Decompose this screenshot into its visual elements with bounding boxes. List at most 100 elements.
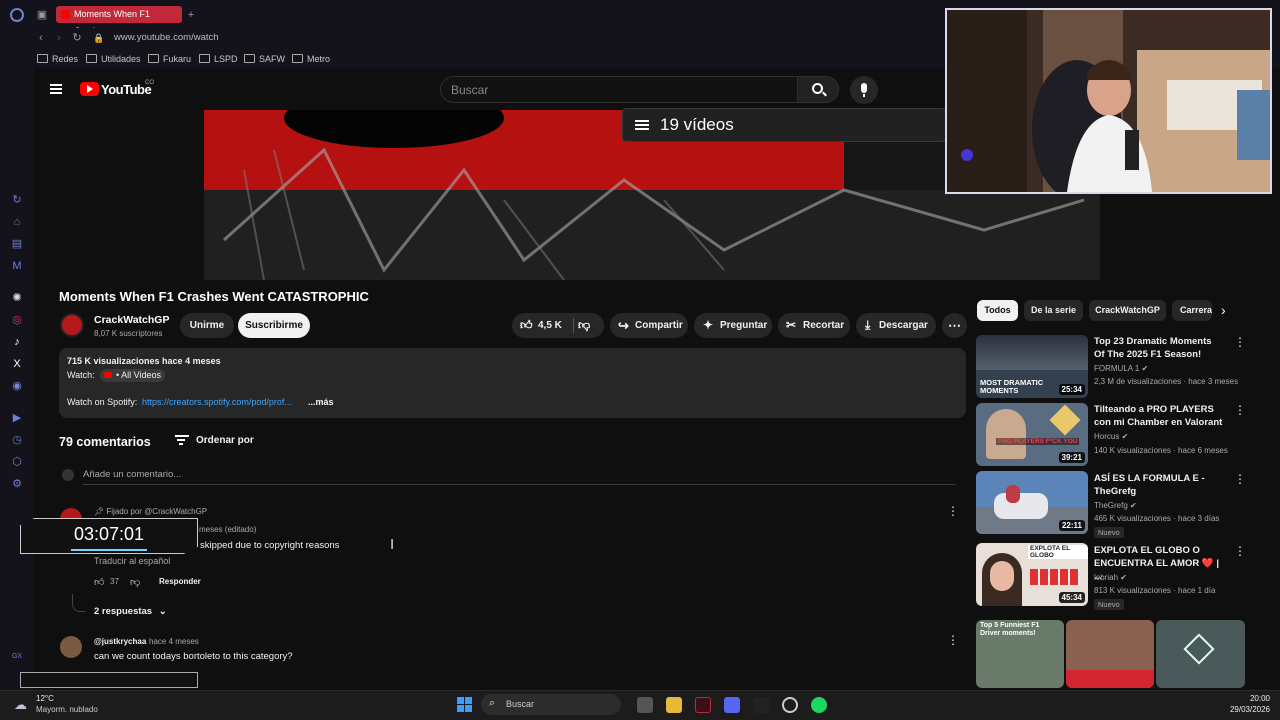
task-view-icon[interactable] <box>637 697 653 713</box>
short-thumbnail-1[interactable]: Top 5 Funniest F1 Driver moments! <box>976 620 1064 688</box>
ask-button[interactable]: ✦ Preguntar <box>694 313 772 338</box>
search-button[interactable] <box>797 76 839 103</box>
chip-series[interactable]: De la serie <box>1024 300 1083 321</box>
sidebar-m-icon[interactable]: M <box>10 259 24 273</box>
rec-channel-name-1: FORMULA 1 <box>1094 364 1140 373</box>
rec-thumbnail-3[interactable]: 22:11 <box>976 471 1088 534</box>
channel-name[interactable]: CrackWatchGP <box>94 314 169 326</box>
chip-channel[interactable]: CrackWatchGP <box>1089 300 1166 321</box>
rec-channel-1[interactable]: FORMULA 1 ✔ <box>1094 364 1148 373</box>
rec-title-3[interactable]: ASÍ ES LA FORMULA E - TheGrefg <box>1094 472 1224 498</box>
sort-button[interactable]: Ordenar por <box>196 435 254 446</box>
reload-icon[interactable]: ↻ <box>70 31 84 45</box>
bookmark-safw[interactable]: SAFW <box>244 53 285 65</box>
add-comment-input[interactable]: Añade un comentario... <box>83 469 181 480</box>
voice-search-button[interactable] <box>850 76 878 104</box>
rec-menu-icon-2[interactable]: ⋮ <box>1234 404 1246 416</box>
chip-all[interactable]: Todos <box>977 300 1018 321</box>
dislike-icon[interactable]: 👎︎ <box>578 313 590 338</box>
opera-gx-icon[interactable] <box>695 697 711 713</box>
tiktok-icon[interactable]: ♪ <box>10 335 24 349</box>
clock-time[interactable]: 20:00 <box>1238 694 1270 703</box>
more-actions-icon[interactable]: ⋯ <box>942 313 967 338</box>
rec-channel-3[interactable]: TheGrefg ✔ <box>1094 501 1137 510</box>
like-icon[interactable]: 👍︎ <box>520 313 533 338</box>
short-thumbnail-2[interactable] <box>1066 620 1154 688</box>
playlist-badge[interactable]: 19 vídeos <box>622 108 946 142</box>
subscribe-button[interactable]: Suscribirme <box>238 313 310 338</box>
chevron-right-icon[interactable]: › <box>1221 302 1226 318</box>
rec-title-1[interactable]: Top 23 Dramatic Moments Of The 2025 F1 S… <box>1094 335 1224 361</box>
rec-thumbnail-4[interactable]: EXPLOTA EL GLOBO 45:34 <box>976 543 1088 606</box>
discord-taskbar-icon[interactable] <box>724 697 740 713</box>
channel-avatar[interactable] <box>60 313 84 337</box>
tab-active[interactable]: Moments When F1 Crashes <box>56 6 182 36</box>
back-icon[interactable]: ‹ <box>34 31 48 45</box>
chip-race[interactable]: Carrera <box>1172 300 1212 321</box>
x-icon[interactable]: X <box>10 357 24 371</box>
all-videos-link[interactable]: • All Videos <box>100 369 166 382</box>
menu-icon[interactable] <box>50 84 62 94</box>
weather-icon[interactable]: ☁ <box>14 697 27 713</box>
spotify-icon[interactable] <box>811 697 827 713</box>
comment-menu-icon-2[interactable]: ⋮ <box>947 634 959 646</box>
bookmark-fukaru[interactable]: Fukaru <box>148 53 191 65</box>
weather-temp[interactable]: 12°C <box>36 694 54 703</box>
sidebar-box-icon[interactable]: ▤ <box>10 237 24 251</box>
search-input[interactable]: Buscar <box>440 76 798 103</box>
youtube-logo-text[interactable]: YouTube <box>101 82 152 97</box>
spotify-link[interactable]: https://creators.spotify.com/pod/prof... <box>142 397 300 407</box>
rec-menu-icon-4[interactable]: ⋮ <box>1234 545 1246 557</box>
url-bar[interactable]: www.youtube.com/watch <box>114 32 219 43</box>
download-button[interactable]: ⤓ Descargar <box>856 313 936 338</box>
rec-channel-2[interactable]: Horcus ✔ <box>1094 432 1128 441</box>
comment-like-icon[interactable]: 👍︎ <box>94 576 104 588</box>
sparkle-icon: ✦ <box>703 318 714 332</box>
comment-avatar-2[interactable] <box>60 636 82 658</box>
forward-icon[interactable]: › <box>52 31 66 45</box>
rec-thumbnail-1[interactable]: MOST DRAMATIC MOMENTS 25:34 <box>976 335 1088 398</box>
opera-logo-icon[interactable] <box>10 8 24 22</box>
new-tab-icon[interactable]: + <box>184 8 198 22</box>
rec-menu-icon-1[interactable]: ⋮ <box>1234 336 1246 348</box>
reply-button[interactable]: Responder <box>159 577 201 586</box>
translate-link[interactable]: Traducir al español <box>94 556 170 566</box>
rec-thumbnail-2[interactable]: PRO PLAYERS F*CK YOU 39:21 <box>976 403 1088 466</box>
youtube-logo-icon[interactable] <box>80 82 99 96</box>
sidebar-play-icon[interactable]: ▶ <box>10 411 24 425</box>
clip-button[interactable]: ✂ Recortar <box>778 313 850 338</box>
comment-author-2[interactable]: @justkrychaa <box>94 637 146 646</box>
bookmark-lspd[interactable]: LSPD <box>199 53 238 65</box>
rec-meta-3: 465 K visualizaciones · hace 3 días <box>1094 514 1220 523</box>
join-button[interactable]: Unirme <box>180 313 234 338</box>
chatgpt-icon[interactable]: ✺ <box>10 291 24 305</box>
tab-overview-icon[interactable]: ▣ <box>35 8 49 22</box>
rec-title-2[interactable]: Tilteando a PRO PLAYERS con mi Chamber e… <box>1094 403 1224 429</box>
sort-icon[interactable] <box>175 435 189 445</box>
gx-icon[interactable]: GX <box>10 650 24 664</box>
short-thumbnail-3[interactable] <box>1156 620 1245 688</box>
sidebar-refresh-icon[interactable]: ↻ <box>10 193 24 207</box>
bookmark-utilidades[interactable]: Utilidades <box>86 53 141 65</box>
bookmark-metro[interactable]: Metro <box>292 53 330 65</box>
discord-icon[interactable]: ◉ <box>10 379 24 393</box>
comment-dislike-icon[interactable]: 👎︎ <box>130 576 140 588</box>
bookmark-redes[interactable]: Redes <box>37 53 78 65</box>
sidebar-cube-icon[interactable]: ⬡ <box>10 455 24 469</box>
like-count[interactable]: 4,5 K <box>538 313 562 338</box>
show-more-button[interactable]: ...más <box>308 397 334 407</box>
settings-icon[interactable]: ⚙ <box>10 477 24 491</box>
sidebar-bag-icon[interactable]: ⌂ <box>10 215 24 229</box>
comment-menu-icon[interactable]: ⋮ <box>947 505 959 517</box>
rec-menu-icon-3[interactable]: ⋮ <box>1234 473 1246 485</box>
share-button[interactable]: ↪ Compartir <box>610 313 688 338</box>
history-icon[interactable]: ◷ <box>10 433 24 447</box>
windows-start-icon[interactable] <box>457 697 472 712</box>
taskbar-search[interactable]: ⌕ Buscar <box>481 694 621 715</box>
obs-icon[interactable] <box>782 697 798 713</box>
file-explorer-icon[interactable] <box>666 697 682 713</box>
audio-app-icon[interactable] <box>753 697 769 713</box>
replies-toggle[interactable]: 2 respuestas ⌄ <box>94 606 167 617</box>
rec-channel-4[interactable]: lebriah ✔ <box>1094 573 1127 582</box>
instagram-icon[interactable]: ◎ <box>10 313 24 327</box>
